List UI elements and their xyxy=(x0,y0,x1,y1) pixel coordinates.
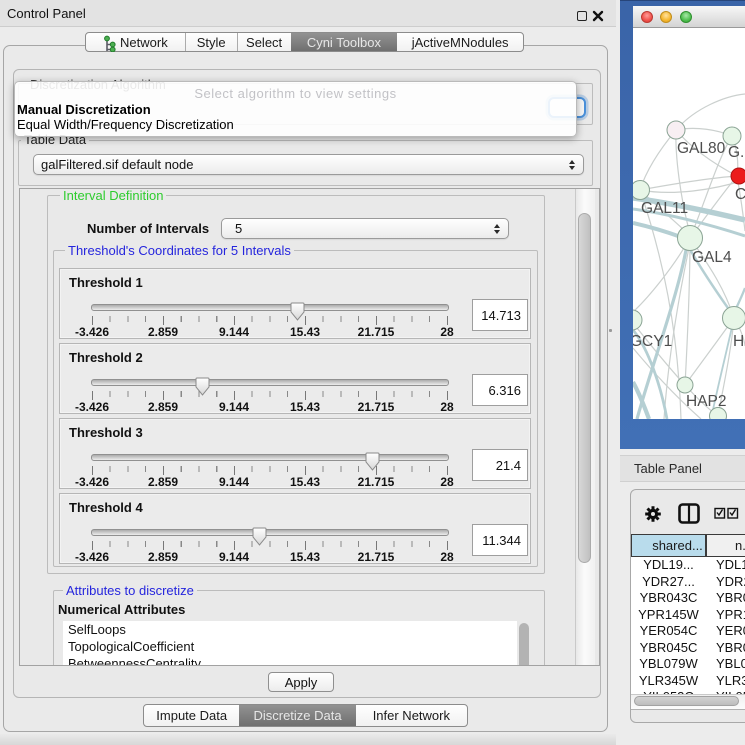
svg-text:GAL4: GAL4 xyxy=(692,249,732,266)
svg-text:C: C xyxy=(735,186,745,203)
svg-text:GCY1: GCY1 xyxy=(633,333,672,350)
svg-text:GAL11: GAL11 xyxy=(641,200,688,217)
svg-text:HAP2: HAP2 xyxy=(686,393,727,410)
svg-text:G.: G. xyxy=(728,144,744,161)
svg-text:GAL80: GAL80 xyxy=(677,140,726,157)
svg-text:H: H xyxy=(733,333,744,350)
